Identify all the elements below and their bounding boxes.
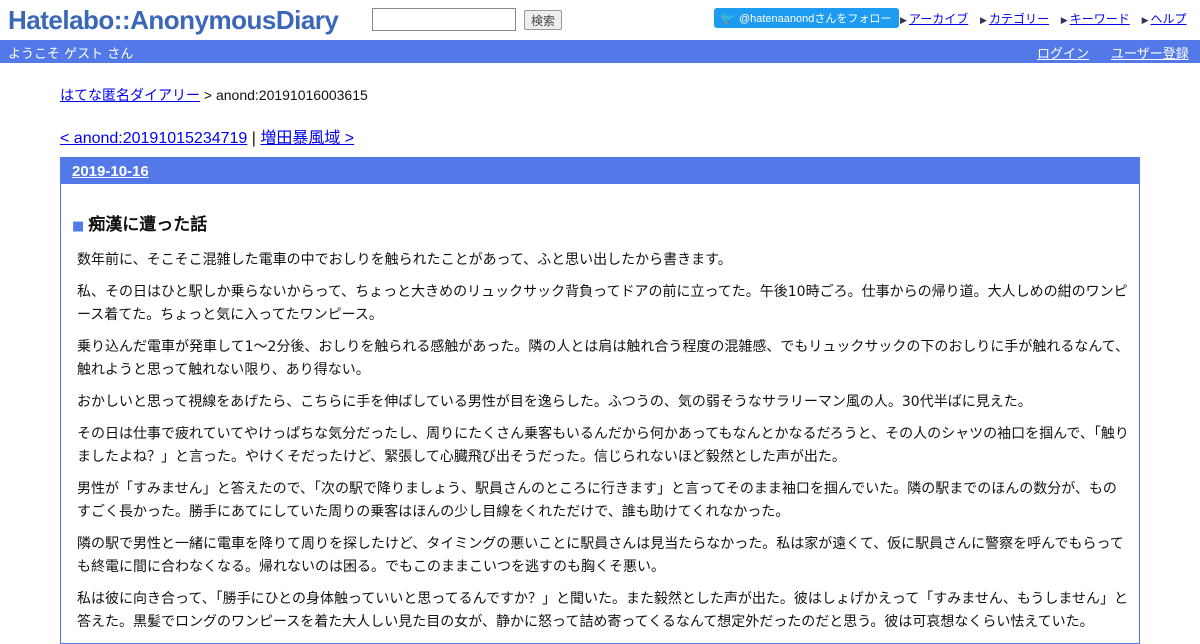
date-link[interactable]: 2019-10-16 — [72, 163, 149, 180]
site-header: Hatelabo::AnonymousDiary 検索 🐦 @hatenaanon… — [0, 0, 1200, 40]
breadcrumb-separator: > — [200, 87, 216, 103]
nav-keyword-link[interactable]: キーワード — [1070, 12, 1130, 26]
entry-paragraph: その日は仕事で疲れていてやけっぱちな気分だったし、周りにたくさん乗客もいるんだか… — [77, 426, 1129, 465]
nav-bullet-icon: ▶ — [1141, 16, 1149, 26]
nav-bullet-icon: ▶ — [900, 16, 907, 26]
day-header: 2019-10-16 — [61, 158, 1139, 184]
entry-pager: < anond:20191015234719 | 増田暴風域 > — [60, 124, 1140, 148]
nav-bullet-icon: ▶ — [1060, 16, 1068, 26]
register-link[interactable]: ユーザー登録 — [1111, 43, 1189, 62]
pager-separator: | — [247, 130, 261, 147]
nav-help-link[interactable]: ヘルプ — [1150, 12, 1186, 26]
site-logo[interactable]: Hatelabo::AnonymousDiary — [8, 4, 339, 36]
day-section: 2019-10-16 ■ 痴漢に遭った話 数年前に、そこそこ混雑した電車の中でおし… — [60, 157, 1140, 644]
follow-label: @hatenaanondさんをフォロー — [738, 13, 892, 25]
prev-entry-link[interactable]: < anond:20191015234719 — [60, 130, 247, 147]
nav-archive-link[interactable]: アーカイブ — [909, 12, 968, 26]
welcome-bar: ようこそ ゲスト さん ログイン ユーザー登録 — [0, 40, 1200, 63]
search-button[interactable]: 検索 — [524, 10, 563, 30]
nav-category-link[interactable]: カテゴリー — [989, 12, 1049, 26]
square-bullet-icon[interactable]: ■ — [72, 219, 84, 234]
entry-title: ■ 痴漢に遭った話 — [72, 210, 1139, 235]
nav-bullet-icon: ▶ — [980, 16, 987, 26]
nav-category[interactable]: ▶ カテゴリー — [980, 12, 1049, 26]
entry-title-text: 痴漢に遭った話 — [88, 215, 208, 235]
entry-paragraph: 私は彼に向き合って、「勝手にひとの身体触っていいと思ってるんですか？」と聞いた。… — [77, 591, 1128, 630]
entry-paragraph: 私、その日はひと駅しか乗らないからって、ちょっと大きめのリュックサック背負ってド… — [77, 284, 1128, 323]
nav-help[interactable]: ▶ ヘルプ — [1142, 12, 1187, 26]
breadcrumb-current: anond:20191016003615 — [215, 87, 368, 103]
breadcrumb-home-link[interactable]: はてな匿名ダイアリー — [60, 87, 200, 103]
nav-archive[interactable]: ▶ アーカイブ — [900, 12, 968, 26]
main-content: はてな匿名ダイアリー > anond:20191016003615 < anon… — [60, 63, 1140, 644]
login-link[interactable]: ログイン — [1037, 43, 1089, 62]
breadcrumb: はてな匿名ダイアリー > anond:20191016003615 — [60, 85, 1140, 105]
twitter-bird-icon: 🐦 — [720, 11, 735, 25]
entry-body: 数年前に、そこそこ混雑した電車の中でおしりを触られたことがあって、ふと思い出した… — [61, 235, 1139, 634]
entry-paragraph: 男性が「すみません」と答えたので、「次の駅で降りましょう、駅員さんのところに行き… — [77, 481, 1117, 520]
header-nav: ▶ アーカイブ ▶ カテゴリー ▶ キーワード ▶ ヘルプ — [900, 10, 1187, 27]
twitter-follow-button[interactable]: 🐦 @hatenaanondさんをフォロー — [714, 8, 900, 28]
entry-paragraph: 数年前に、そこそこ混雑した電車の中でおしりを触られたことがあって、ふと思い出した… — [77, 252, 732, 268]
nav-keyword[interactable]: ▶ キーワード — [1061, 12, 1130, 26]
entry-paragraph: 隣の駅で男性と一緒に電車を降りて周りを探したけど、タイミングの悪いことに駅員さん… — [77, 536, 1124, 575]
search-input[interactable] — [372, 8, 516, 31]
entry-paragraph: 乗り込んだ電車が発車して1〜2分後、おしりを触られる感触があった。隣の人とは肩は… — [77, 339, 1129, 378]
entry-paragraph: おかしいと思って視線をあげたら、こちらに手を伸ばしている男性が目を逸らした。ふつ… — [77, 394, 1032, 410]
welcome-text: ようこそ ゲスト さん — [8, 47, 134, 62]
next-entry-link[interactable]: 増田暴風域 > — [260, 130, 354, 147]
